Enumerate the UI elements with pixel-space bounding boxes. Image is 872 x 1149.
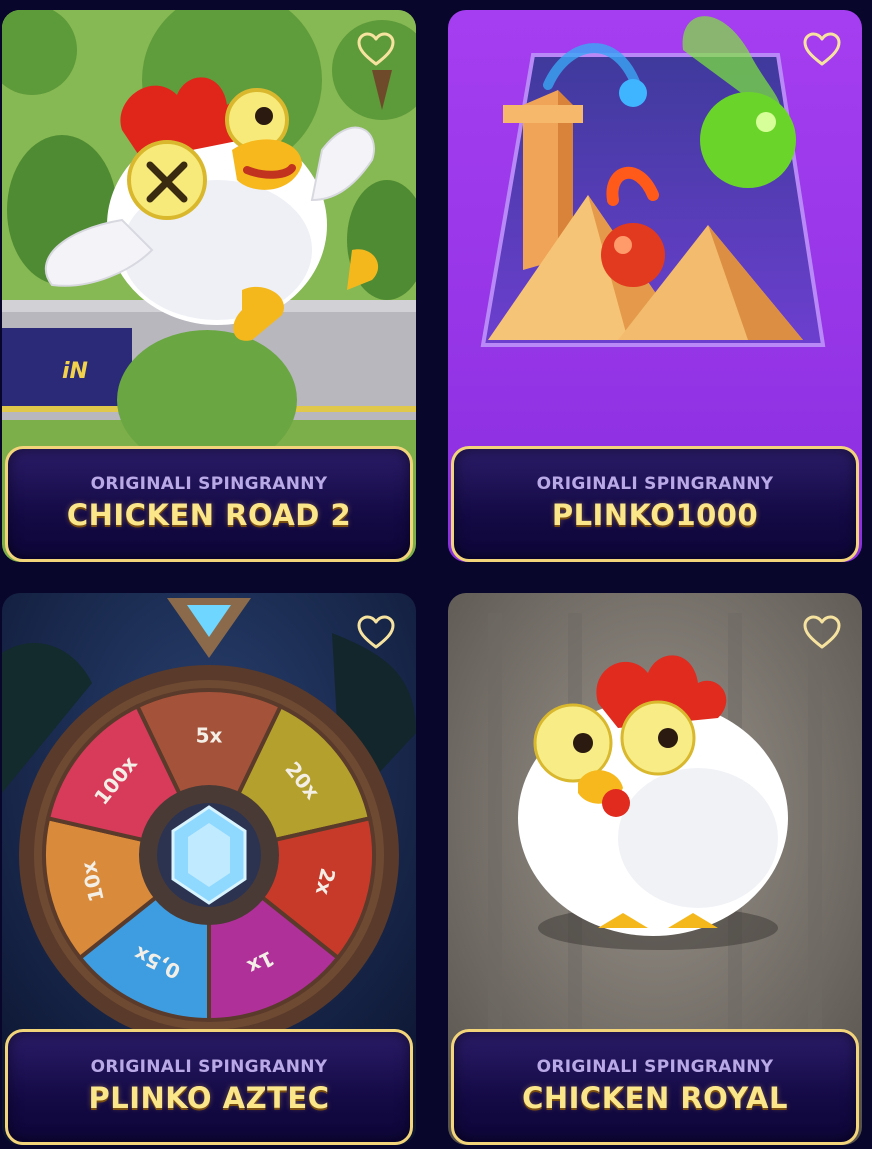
favorite-button[interactable] <box>802 613 842 653</box>
game-label: ORIGINALI SPINGRANNY PLINKO AZTEC <box>5 1029 413 1145</box>
game-card-chicken-road-2[interactable]: iN ORIGINALI SPINGRANNY CHICKEN ROAD 2 <box>2 10 416 562</box>
game-label: ORIGINALI SPINGRANNY PLINKO1000 <box>451 446 859 562</box>
provider-name: ORIGINALI SPINGRANNY <box>536 474 774 494</box>
provider-name: ORIGINALI SPINGRANNY <box>90 1057 328 1077</box>
heart-outline-icon <box>357 32 395 66</box>
favorite-button[interactable] <box>802 30 842 70</box>
game-title: CHICKEN ROYAL <box>522 1081 788 1115</box>
svg-text:iN: iN <box>62 359 88 384</box>
game-title: PLINKO AZTEC <box>88 1081 330 1115</box>
game-label: ORIGINALI SPINGRANNY CHICKEN ROYAL <box>451 1029 859 1145</box>
game-title: PLINKO1000 <box>551 498 759 532</box>
heart-outline-icon <box>803 615 841 649</box>
favorite-button[interactable] <box>356 30 396 70</box>
provider-name: ORIGINALI SPINGRANNY <box>90 474 328 494</box>
game-label: ORIGINALI SPINGRANNY CHICKEN ROAD 2 <box>5 446 413 562</box>
heart-outline-icon <box>357 615 395 649</box>
provider-name: ORIGINALI SPINGRANNY <box>536 1057 774 1077</box>
game-title: CHICKEN ROAD 2 <box>66 498 352 532</box>
wheel-segment-label: 5x <box>196 724 223 748</box>
game-card-plinko-aztec[interactable]: 5x 20x 2x 1x 0,5x 10x 100x ORIGINALI SPINGRANN… <box>2 593 416 1145</box>
game-card-plinko1000[interactable]: ORIGINALI SPINGRANNY PLINKO1000 <box>448 10 862 562</box>
game-card-chicken-royal[interactable]: ORIGINALI SPINGRANNY CHICKEN ROYAL <box>448 593 862 1145</box>
favorite-button[interactable] <box>356 613 396 653</box>
heart-outline-icon <box>803 32 841 66</box>
